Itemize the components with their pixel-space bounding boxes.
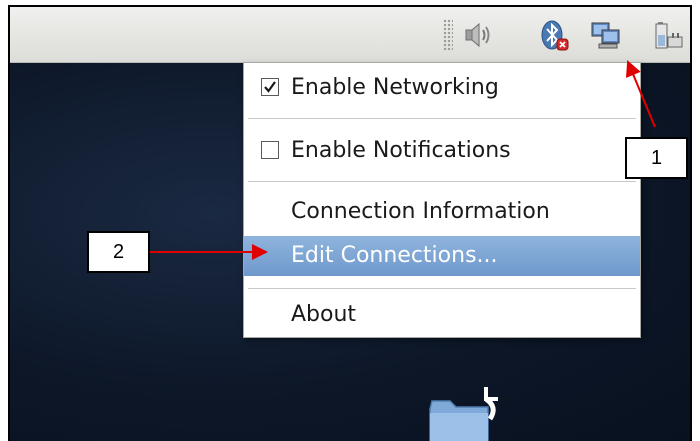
callout-number: 1 <box>650 147 663 169</box>
annotation-arrow-1 <box>625 60 656 128</box>
callout-box-2: 2 <box>87 231 150 273</box>
callout-number: 2 <box>112 241 125 263</box>
annotation-layer <box>150 60 656 260</box>
callout-box-1: 1 <box>625 137 688 179</box>
